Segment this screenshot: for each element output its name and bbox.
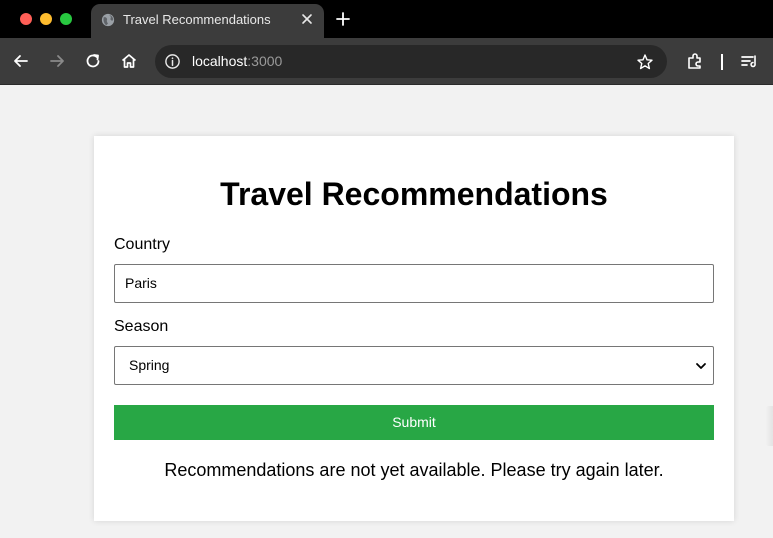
page-viewport: Travel Recommendations Country Paris Sea… [0, 86, 773, 538]
url-host: localhost [192, 53, 248, 69]
window-minimize-button[interactable] [40, 13, 52, 25]
url-port: :3000 [247, 53, 283, 69]
toolbar-divider [721, 54, 723, 70]
new-tab-icon[interactable] [334, 10, 352, 28]
country-input[interactable]: Paris [114, 264, 714, 303]
back-arrow-icon[interactable] [11, 51, 31, 71]
season-selected-value: Spring [129, 357, 170, 373]
edge-shadow [765, 406, 773, 446]
extensions-icon[interactable] [685, 51, 705, 71]
info-icon[interactable] [164, 53, 181, 70]
browser-toolbar: localhost:3000 [0, 38, 773, 85]
browser-tab[interactable]: Travel Recommendations [91, 4, 324, 38]
reload-icon[interactable] [83, 51, 103, 71]
tab-search-icon[interactable] [739, 51, 759, 71]
browser-tab-bar: Travel Recommendations [0, 0, 773, 38]
address-bar[interactable]: localhost:3000 [155, 45, 667, 78]
globe-icon [101, 13, 115, 27]
url-text[interactable]: localhost:3000 [192, 53, 282, 69]
chevron-down-icon [696, 363, 706, 369]
star-icon[interactable] [636, 53, 654, 71]
close-icon[interactable] [299, 11, 315, 27]
home-icon[interactable] [119, 51, 139, 71]
page-title: Travel Recommendations [220, 176, 608, 212]
forward-arrow-icon[interactable] [47, 51, 67, 71]
form-card: Travel Recommendations Country Paris Sea… [94, 136, 734, 521]
season-label: Season [114, 318, 169, 335]
season-select[interactable]: Spring [114, 346, 714, 385]
country-label: Country [114, 236, 171, 253]
window-close-button[interactable] [20, 13, 32, 25]
status-message: Recommendations are not yet available. P… [164, 460, 664, 480]
window-maximize-button[interactable] [60, 13, 72, 25]
tab-title: Travel Recommendations [123, 12, 271, 27]
submit-button[interactable]: Submit [114, 405, 714, 440]
